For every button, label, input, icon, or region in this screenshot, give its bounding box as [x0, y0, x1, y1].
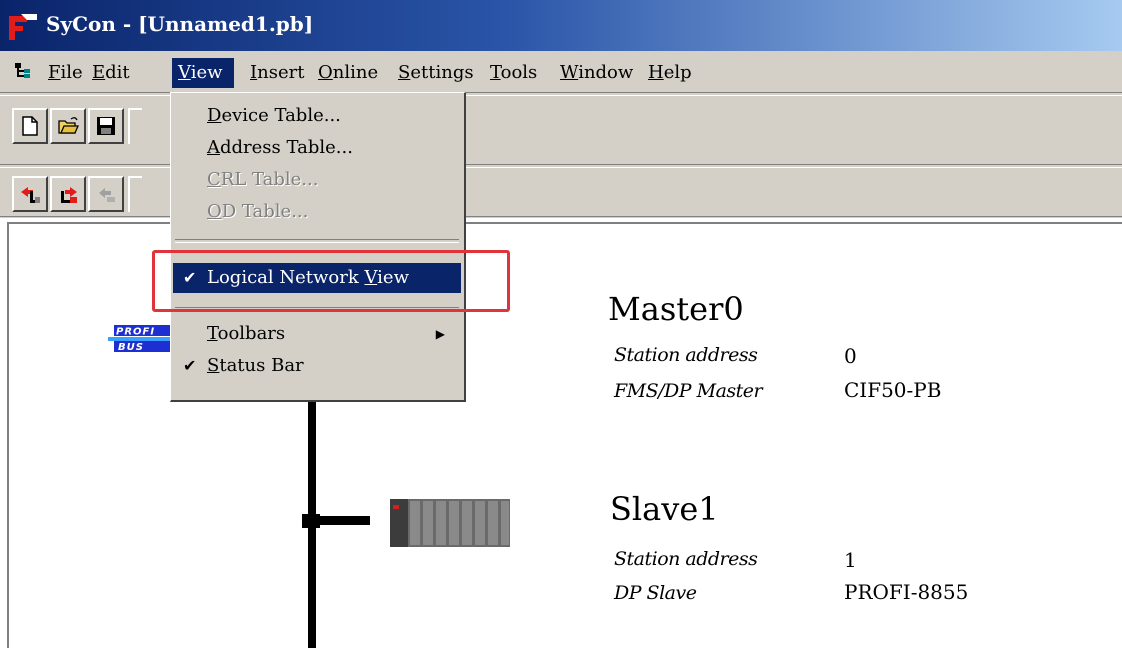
toolbar-divider: [0, 92, 1122, 96]
save-icon: [97, 117, 115, 135]
toolbar-divider: [0, 216, 1122, 220]
submenu-arrow-icon: ▶: [435, 327, 445, 341]
menu-insert[interactable]: Insert: [244, 58, 310, 88]
master-type-value: CIF50-PB: [844, 378, 942, 402]
menu-item-od-table[interactable]: OD Table...: [173, 197, 461, 227]
disabled-tool-button[interactable]: [88, 176, 124, 212]
insert-slave-button[interactable]: [50, 176, 86, 212]
menu-separator: [175, 239, 459, 243]
menu-window[interactable]: Window: [554, 58, 639, 88]
insert-slave-icon: [61, 187, 77, 203]
menu-help[interactable]: Help: [642, 58, 698, 88]
network-tree-icon[interactable]: [14, 62, 32, 80]
disabled-tool-icon: [99, 188, 115, 202]
open-folder-icon: [58, 117, 79, 134]
slave-station-value: 1: [844, 548, 857, 572]
menu-item-status-bar[interactable]: ✔ Status Bar: [173, 351, 461, 381]
annotation-highlight-box: [152, 250, 510, 312]
sycon-app-icon[interactable]: [7, 12, 39, 42]
menu-file[interactable]: File: [42, 58, 89, 88]
slave-device-icon[interactable]: [390, 497, 510, 549]
svg-text:BUS: BUS: [118, 342, 144, 353]
new-icon: [22, 116, 38, 136]
toolbar-button-partial[interactable]: [128, 176, 142, 212]
new-button[interactable]: [12, 108, 48, 144]
menu-item-address-table[interactable]: Address Table...: [173, 133, 461, 163]
menu-tools[interactable]: Tools: [484, 58, 543, 88]
checkmark-icon: ✔: [183, 356, 197, 375]
title-bar: SyCon - [Unnamed1.pb]: [0, 0, 1122, 51]
master-name: Master0: [608, 290, 744, 328]
menu-settings[interactable]: Settings: [392, 58, 480, 88]
slave-name: Slave1: [610, 490, 719, 528]
toolbar-divider: [0, 164, 1122, 168]
insert-master-icon: [21, 187, 40, 203]
open-button[interactable]: [50, 108, 86, 144]
slave-station-label: Station address: [614, 548, 758, 570]
save-button[interactable]: [88, 108, 124, 144]
slave-type-label: DP Slave: [614, 582, 697, 604]
view-menu-dropdown: Device Table... Address Table... CRL Tab…: [170, 92, 466, 402]
menu-view[interactable]: View: [172, 58, 234, 88]
bus-junction: [302, 514, 320, 528]
master-type-label: FMS/DP Master: [614, 380, 763, 402]
toolbar-area: [0, 92, 1122, 220]
menu-item-device-table[interactable]: Device Table...: [173, 101, 461, 131]
menu-online[interactable]: Online: [312, 58, 384, 88]
master-station-label: Station address: [614, 344, 758, 366]
insert-master-button[interactable]: [12, 176, 48, 212]
slave-type-value: PROFI-8855: [844, 580, 969, 604]
window-title: SyCon - [Unnamed1.pb]: [46, 12, 314, 36]
profibus-line: [308, 362, 316, 648]
menu-item-toolbars[interactable]: Toolbars ▶: [173, 319, 461, 349]
profibus-master-icon[interactable]: PROFI BUS: [108, 318, 172, 366]
svg-text:PROFI: PROFI: [116, 327, 155, 338]
master-station-value: 0: [844, 344, 857, 368]
toolbar-button-partial[interactable]: [128, 108, 142, 144]
menu-edit[interactable]: Edit: [86, 58, 136, 88]
menu-item-crl-table[interactable]: CRL Table...: [173, 165, 461, 195]
